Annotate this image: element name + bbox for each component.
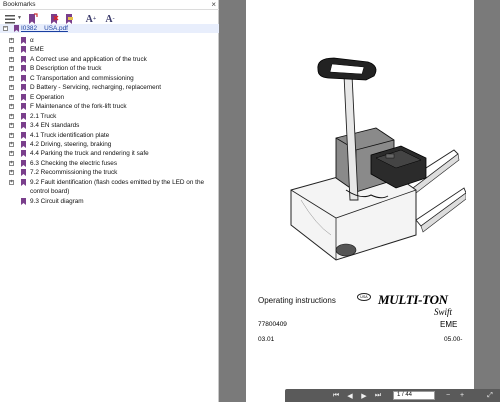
bookmark-icon [21,112,26,120]
previous-page-icon[interactable]: ◀ [345,391,355,400]
bookmark-icon [21,178,26,186]
bookmark-icon [21,131,26,139]
bookmark-label: D Battery - Servicing, recharging, repla… [30,84,162,92]
bookmark-icon [21,84,26,92]
bookmark-label: 9.2 Fault identification (flash codes em… [30,178,205,186]
expand-icon[interactable]: + [9,170,14,176]
expand-icon[interactable]: + [9,113,14,119]
bookmark-item[interactable]: control board) [0,187,219,196]
zoom-in-icon[interactable]: + [457,391,467,400]
expand-icon[interactable]: + [9,179,14,185]
bookmark-item[interactable]: +7.2 Recommissioning the truck [0,168,219,177]
collapse-icon[interactable]: − [3,26,8,31]
bookmark-item[interactable]: + EME [0,45,219,54]
bookmark-label: 9.3 Circuit diagram [30,197,84,205]
fit-page-icon[interactable]: ⤢ [485,391,495,400]
bookmark-item[interactable]: + C Transportation and commissioning [0,74,219,83]
bookmark-icon [21,150,26,158]
bookmark-label: F Maintenance of the fork-lift truck [30,103,127,111]
expand-icon[interactable]: + [9,47,14,53]
expand-icon[interactable]: + [9,123,14,129]
bookmark-icon [21,37,26,44]
bookmark-item[interactable]: + B Description of the truck [0,64,219,73]
page-number-input[interactable]: 1 / 44 [393,391,435,400]
bookmark-icon [21,122,26,130]
brand-logo: MULTI-TON [378,292,448,307]
page-navigation-bar: ⏮ ◀ ▶ ⏭ 1 / 44 − + ⤢ [285,389,500,402]
panel-title: Bookmarks [3,1,36,8]
bookmark-item[interactable]: +4.2 Driving, steering, braking [0,140,219,149]
bookmark-item[interactable]: + A Correct use and application of the tr… [0,55,219,64]
bookmark-item[interactable]: +2.1 Truck [0,112,219,121]
part-number: 77800409 [258,321,287,328]
bookmark-item[interactable]: +6.3 Checking the electric fuses [0,159,219,168]
bookmark-label: 4.1 Truck identification plate [30,131,110,139]
bookmark-icon [21,140,26,148]
document-page: Operating instructions USA MULTI-TON Swi… [246,0,474,402]
bookmark-root[interactable]: − I0382__USA.pdf [0,24,219,33]
bookmark-item[interactable]: +3.4 EN standards [0,121,219,130]
bookmark-icon [14,25,19,32]
model-name: EME [440,320,458,329]
expand-icon[interactable]: + [9,160,14,166]
expand-icon[interactable]: + [9,85,14,91]
bookmark-label: 3.4 EN standards [30,122,80,130]
bookmark-icon [21,74,26,82]
bookmark-icon [21,103,26,111]
bookmark-label: 6.3 Checking the electric fuses [30,159,118,167]
bookmark-icon [21,55,26,63]
bookmark-item[interactable]: 9.3 Circuit diagram [0,197,219,206]
zoom-out-icon[interactable]: − [443,391,453,400]
bookmark-icon [21,46,26,54]
pallet-truck-illustration [290,57,466,261]
document-version: 05.00- [444,336,463,343]
expand-icon[interactable]: + [9,104,14,110]
expand-icon[interactable]: + [9,151,14,157]
bookmark-item[interactable]: + D Battery - Servicing, recharging, repl… [0,83,219,92]
bookmark-label: EME [30,46,44,54]
first-page-icon[interactable]: ⏮ [331,391,341,400]
bookmark-label: E Operation [30,93,65,101]
bookmark-icon [21,159,26,167]
bookmark-label: 7.2 Recommissioning the truck [30,169,118,177]
last-page-icon[interactable]: ⏭ [373,391,383,400]
bookmark-icon [21,169,26,177]
expand-icon[interactable]: + [9,38,14,43]
document-title: Operating instructions [258,296,336,305]
bookmarks-panel: Bookmarks × ▼ A + A- − I0382__USA.pdf + α +… [0,0,219,402]
expand-icon[interactable]: + [9,66,14,72]
expand-icon[interactable]: + [9,75,14,81]
bookmark-item[interactable]: + E Operation [0,93,219,102]
expand-icon[interactable]: + [9,132,14,138]
bookmark-label: C Transportation and commissioning [30,74,134,82]
bookmark-icon [21,197,26,205]
usa-badge: USA [357,293,371,301]
bookmark-label: A Correct use and application of the tru… [30,55,147,63]
bookmark-label: α [30,37,34,44]
bookmark-root-label: I0382__USA.pdf [21,25,68,32]
bookmark-item[interactable]: +4.1 Truck identification plate [0,131,219,140]
bookmark-item[interactable]: + F Maintenance of the fork-lift truck [0,102,219,111]
bookmark-label: 4.4 Parking the truck and rendering it s… [30,150,149,158]
expand-icon[interactable]: + [9,56,14,62]
document-date: 03.01 [258,336,275,343]
bookmark-label: 4.2 Driving, steering, braking [30,140,112,148]
document-viewer: Operating instructions USA MULTI-TON Swi… [219,0,500,402]
bookmark-item[interactable]: + α [0,36,219,45]
chevron-down-icon[interactable]: ▼ [17,15,22,21]
expand-icon[interactable]: + [9,94,14,100]
bookmark-icon [21,65,26,73]
bookmark-label: control board) [30,188,70,196]
bookmark-item[interactable]: +4.4 Parking the truck and rendering it … [0,149,219,158]
bookmark-label: B Description of the truck [30,65,102,73]
brand-sub-logo: Swift [434,307,453,317]
bookmark-label: 2.1 Truck [30,112,57,120]
bookmark-item[interactable]: +9.2 Fault identification (flash codes e… [0,178,219,187]
close-icon[interactable]: × [211,0,216,10]
bookmark-icon [21,93,26,101]
next-page-icon[interactable]: ▶ [359,391,369,400]
expand-icon[interactable]: + [9,141,14,147]
panel-header: Bookmarks × [0,0,219,10]
